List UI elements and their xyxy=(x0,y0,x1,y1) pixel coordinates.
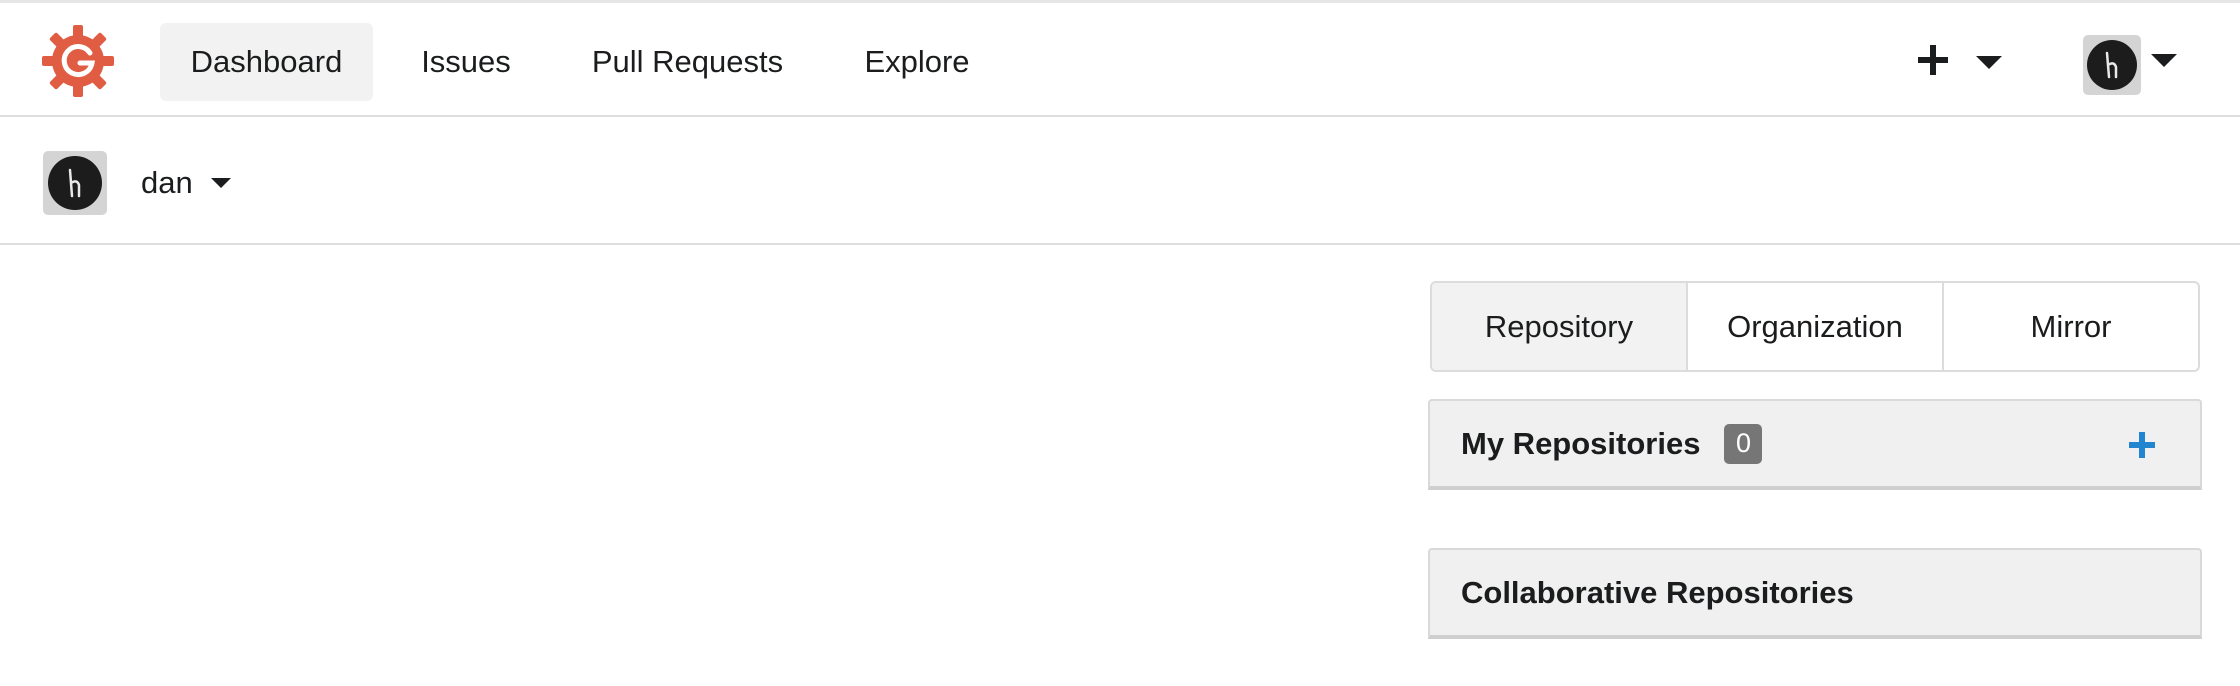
nav-explore[interactable]: Explore xyxy=(842,23,992,101)
context-username: dan xyxy=(141,165,193,200)
nav-issues[interactable]: Issues xyxy=(395,23,537,101)
add-repository-button[interactable] xyxy=(2124,427,2160,463)
tab-mirror[interactable]: Mirror xyxy=(1944,283,2198,370)
my-repositories-title: My Repositories xyxy=(1461,425,1701,461)
tab-organization[interactable]: Organization xyxy=(1688,283,1944,370)
avatar xyxy=(2083,35,2141,95)
user-menu-dropdown[interactable] xyxy=(2083,31,2189,99)
context-switcher[interactable]: dan xyxy=(43,151,231,215)
gitea-logo-icon[interactable] xyxy=(40,23,116,99)
my-repositories-header: My Repositories 0 xyxy=(1428,399,2202,490)
tab-repository[interactable]: Repository xyxy=(1432,283,1688,370)
top-navbar: Dashboard Issues Pull Requests Explore xyxy=(0,0,2240,117)
repo-count-badge: 0 xyxy=(1724,423,1763,464)
plus-icon xyxy=(2129,432,2155,458)
collaborative-repositories-title: Collaborative Repositories xyxy=(1461,574,1854,610)
create-new-dropdown[interactable] xyxy=(1918,31,2028,93)
chevron-down-icon xyxy=(2151,53,2177,67)
nav-dashboard[interactable]: Dashboard xyxy=(160,23,373,101)
avatar xyxy=(43,151,107,215)
collaborative-repositories-header: Collaborative Repositories xyxy=(1428,548,2202,639)
context-bar: dan xyxy=(0,117,2240,245)
plus-icon xyxy=(1918,44,1948,80)
chevron-down-icon xyxy=(210,178,231,188)
nav-pull-requests[interactable]: Pull Requests xyxy=(575,23,800,101)
chevron-down-icon xyxy=(1976,55,2002,69)
repo-type-tabs: Repository Organization Mirror xyxy=(1430,281,2200,372)
